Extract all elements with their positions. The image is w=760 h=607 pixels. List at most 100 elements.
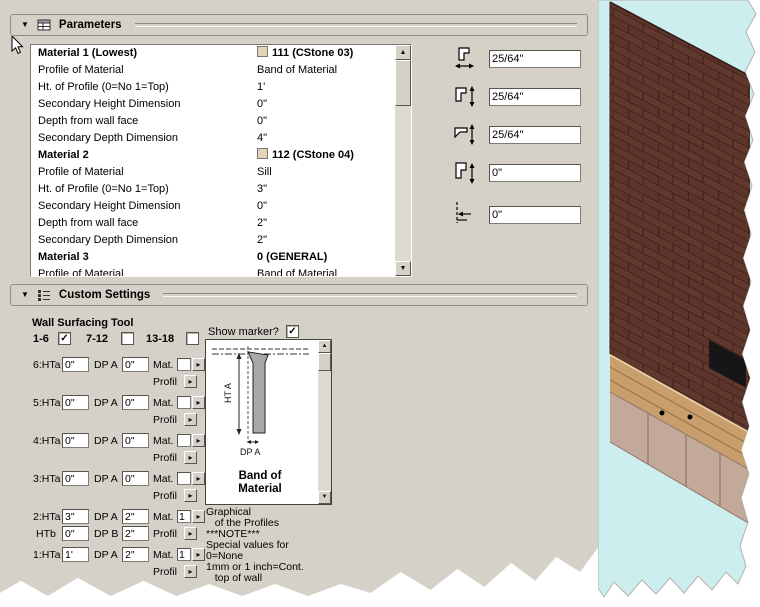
dp-input[interactable]: [122, 471, 149, 486]
profil-flyout-button[interactable]: ▸: [184, 375, 197, 388]
range-checkbox-7-12[interactable]: [121, 332, 134, 345]
mat-flyout-button[interactable]: ▸: [192, 434, 205, 447]
range-checkbox-13-18[interactable]: [186, 332, 199, 345]
scroll-up-button[interactable]: ▲: [395, 45, 411, 60]
param-value[interactable]: 0": [257, 96, 267, 113]
scrollbar-thumb[interactable]: [395, 60, 411, 106]
scrollbar-thumb[interactable]: [318, 353, 331, 371]
param-value[interactable]: 2": [257, 215, 267, 232]
ht-input[interactable]: [62, 471, 89, 486]
param-value[interactable]: 0": [257, 113, 267, 130]
flyout-icon: ▸: [188, 452, 193, 462]
param-label: Secondary Depth Dimension: [38, 234, 179, 246]
ht-input[interactable]: [62, 357, 89, 372]
custom-settings-panel-title: Custom Settings: [58, 289, 151, 301]
param-value[interactable]: 112 (CStone 04): [257, 147, 354, 164]
param-label: Secondary Height Dimension: [38, 200, 181, 212]
param-value[interactable]: Band of Material: [257, 266, 337, 276]
dpb-input[interactable]: [122, 526, 149, 541]
scroll-down-button[interactable]: ▼: [395, 261, 411, 276]
mat-input[interactable]: [177, 548, 191, 561]
mat-label: Mat.: [153, 511, 174, 523]
mat-input[interactable]: [177, 396, 191, 409]
collapse-arrow-icon[interactable]: ▼: [21, 21, 29, 29]
parameter-list-scrollbar[interactable]: ▲ ▼: [395, 45, 411, 276]
htb-input[interactable]: [62, 526, 89, 541]
profil-flyout-button[interactable]: ▸: [184, 489, 197, 502]
dp-label: DP A: [94, 549, 118, 561]
param-label: Material 2: [38, 149, 89, 161]
param-value[interactable]: 0": [257, 198, 267, 215]
ht-input[interactable]: [62, 509, 89, 524]
custom-settings-panel-header[interactable]: ▼ Custom Settings: [10, 284, 588, 306]
dp-label: DP A: [94, 473, 118, 485]
param-label: Material 3: [38, 251, 89, 263]
scroll-up-button[interactable]: ▲: [318, 340, 331, 353]
mat-input[interactable]: [177, 472, 191, 485]
mat-flyout-button[interactable]: ▸: [192, 548, 205, 561]
band-row-3: 3:HTa DP A Mat. ▸ Profil ▸: [0, 471, 220, 507]
object-settings-dialog: ▼ Parameters Material 1 (Lowest) 111 (CSt…: [0, 0, 598, 596]
material-swatch: [257, 46, 268, 57]
mat-label: Mat.: [153, 397, 174, 409]
dp-input[interactable]: [122, 547, 149, 562]
dp-input[interactable]: [122, 433, 149, 448]
preview-scrollbar[interactable]: ▲ ▼: [318, 340, 331, 504]
scroll-down-button[interactable]: ▼: [318, 491, 331, 504]
flyout-icon: ▸: [196, 473, 201, 483]
param-value[interactable]: 111 (CStone 03): [257, 45, 353, 62]
ht-input[interactable]: [62, 395, 89, 410]
profil-flyout-button[interactable]: ▸: [184, 413, 197, 426]
dp-input[interactable]: [122, 357, 149, 372]
dim-input-5[interactable]: [489, 206, 581, 224]
mat-flyout-button[interactable]: ▸: [192, 510, 205, 523]
band-row-2: 2:HTa DP A Mat. ▸ HTb DP B Profil ▸: [0, 509, 220, 547]
ht-input[interactable]: [62, 547, 89, 562]
mat-input[interactable]: [177, 434, 191, 447]
flyout-icon: ▸: [196, 397, 201, 407]
param-value[interactable]: 3": [257, 181, 267, 198]
dp-input[interactable]: [122, 395, 149, 410]
preview-notes: Graphical of the Profiles ***NOTE*** Spe…: [206, 507, 304, 584]
dim-input-3[interactable]: [489, 126, 581, 144]
profile-preview: HT A DP A Band of Material ▲ ▼: [205, 339, 332, 505]
dp-input[interactable]: [122, 509, 149, 524]
mat-flyout-button[interactable]: ▸: [192, 358, 205, 371]
collapse-arrow-icon[interactable]: ▼: [21, 291, 29, 299]
param-value[interactable]: 0 (GENERAL): [257, 249, 327, 266]
table-row: Depth from wall face 2": [31, 215, 411, 232]
profil-flyout-button[interactable]: ▸: [184, 527, 197, 540]
flyout-icon: ▸: [196, 359, 201, 369]
profile-depth-dim-icon: [455, 162, 475, 184]
dim-input-4[interactable]: [489, 164, 581, 182]
anchor-dot: [687, 414, 693, 420]
ht-input[interactable]: [62, 433, 89, 448]
show-marker-checkbox[interactable]: ✓: [286, 325, 299, 338]
3d-preview-viewport[interactable]: [598, 0, 760, 607]
wall-face-offset-dim-icon: [456, 202, 471, 223]
range-checkbox-1-6[interactable]: ✓: [58, 332, 71, 345]
profil-label: Profil: [153, 452, 177, 464]
flyout-icon: ▸: [188, 376, 193, 386]
param-value[interactable]: Sill: [257, 164, 272, 181]
parameters-panel-header[interactable]: ▼ Parameters: [10, 14, 588, 36]
table-row: Secondary Height Dimension 0": [31, 96, 411, 113]
profile-shape: [247, 351, 269, 434]
param-value[interactable]: 1': [257, 79, 265, 96]
mat-flyout-button[interactable]: ▸: [192, 472, 205, 485]
profil-flyout-button[interactable]: ▸: [184, 565, 197, 578]
dim-input-2[interactable]: [489, 88, 581, 106]
mat-flyout-button[interactable]: ▸: [192, 396, 205, 409]
param-value[interactable]: 4": [257, 130, 267, 147]
param-value[interactable]: Band of Material: [257, 62, 337, 79]
table-row: Depth from wall face 0": [31, 113, 411, 130]
profil-flyout-button[interactable]: ▸: [184, 451, 197, 464]
table-row: Material 1 (Lowest) 111 (CStone 03): [31, 45, 411, 62]
profil-label: Profil: [153, 528, 177, 540]
band-row-label: 1:HTa: [33, 549, 61, 561]
mat-input[interactable]: [177, 510, 191, 523]
profile-height-dim-icon: [455, 86, 475, 107]
dim-input-1[interactable]: [489, 50, 581, 68]
param-value[interactable]: 2": [257, 232, 267, 249]
mat-input[interactable]: [177, 358, 191, 371]
